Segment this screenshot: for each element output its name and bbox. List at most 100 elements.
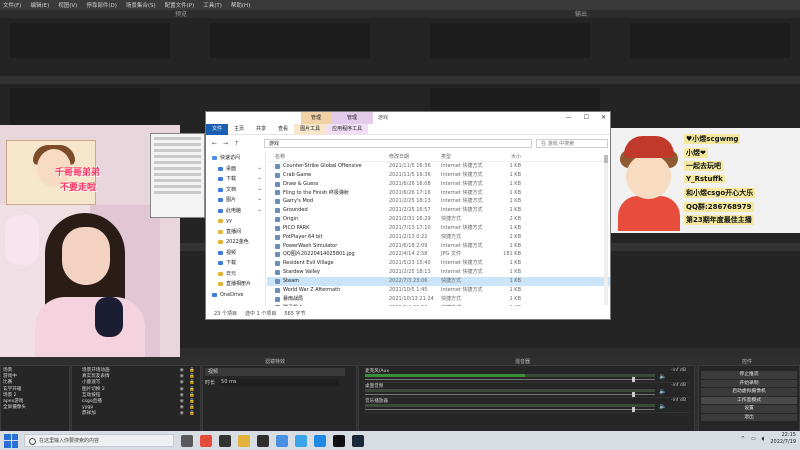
nav-item[interactable]: 快速访问 [206, 153, 265, 164]
taskbar-search-input[interactable]: 在这里输入你要搜索的内容 [24, 434, 174, 447]
menu-item[interactable]: 场景集合(S) [126, 1, 156, 9]
file-row[interactable]: Counter-Strike Global Offensive 2021/11/5… [267, 162, 610, 171]
nav-item[interactable]: 桌面 ⌖ [206, 164, 265, 175]
search-input[interactable]: 在 游戏 中搜索 [536, 139, 608, 148]
speaker-icon[interactable]: 🔈 [659, 373, 666, 380]
bilibili-icon[interactable] [295, 434, 307, 447]
ribbon-tab[interactable]: 共享 [250, 124, 272, 135]
control-button[interactable]: 开始录制 [701, 379, 797, 387]
file-row[interactable]: World War Z Aftermath 2021/10/5 1:45 Inter… [267, 286, 610, 295]
manage-tab-picture[interactable]: 管理 [301, 112, 331, 124]
menu-item[interactable]: 配置文件(P) [165, 1, 195, 9]
column-type[interactable]: 类型 [441, 153, 491, 161]
menu-item[interactable]: 工具(T) [203, 1, 222, 9]
ribbon-tab[interactable]: 图片工具 [294, 123, 327, 135]
source-item[interactable]: 鼎祥加 ◉ 🔒 [72, 411, 200, 417]
file-row[interactable]: Draw & Guess 2021/6/26 16:08 Internet 快捷方式… [267, 180, 610, 189]
volume-slider-knob[interactable] [631, 407, 635, 412]
file-row[interactable]: Stardew Valley 2021/2/25 18:13 Internet 快捷… [267, 268, 610, 277]
app-icon[interactable] [276, 434, 288, 447]
control-button[interactable]: 设置 [701, 405, 797, 413]
volume-slider-knob[interactable] [631, 392, 635, 397]
file-explorer-window[interactable]: 管理 管理 游戏 — ☐ ✕ 文件 主页 共享 查看 图片工具 应用程序工具 ← → ↑ … [205, 111, 611, 320]
file-row[interactable]: Crab Game 2021/11/5 16:36 Internet 快捷方式 1 K… [267, 171, 610, 180]
filter-duration-input[interactable]: 50 ms [219, 379, 340, 386]
nav-item[interactable]: yy [206, 216, 265, 227]
file-row[interactable]: 暴雨战局 2021/10/13 21:24 快捷方式 1 KB [267, 295, 610, 304]
ribbon-tab[interactable]: 查看 [272, 124, 294, 135]
volume-slider-knob[interactable] [631, 377, 635, 382]
explorer-icon[interactable] [238, 434, 250, 447]
steam-icon[interactable] [352, 434, 364, 447]
nav-item[interactable]: 此电脑 ⌖ [206, 206, 265, 217]
file-row[interactable]: Fling to the Finish 终极弹射 2021/6/26 17:16 I… [267, 189, 610, 198]
file-row[interactable]: 腾讯督卡 2021/3/4 20:52快捷方式1 KB [267, 304, 610, 306]
chrome-icon[interactable] [200, 434, 212, 447]
control-button[interactable]: 停止推流 [701, 371, 797, 379]
file-row[interactable]: QQ图片20220414025801.jpg 2022/4/14 2:58 JPG … [267, 250, 610, 259]
menu-item[interactable]: 文件(F) [3, 1, 21, 9]
control-button[interactable]: 启动虚拟摄像机 [701, 388, 797, 396]
obs-icon[interactable] [219, 434, 231, 447]
close-icon[interactable]: ✕ [601, 112, 606, 124]
control-button[interactable]: 工作室模式 [701, 396, 797, 404]
minimize-icon[interactable]: — [566, 112, 572, 124]
column-size[interactable]: 大小 [491, 153, 521, 161]
task-view-icon[interactable] [181, 434, 193, 447]
speaker-icon[interactable]: 🔈 [659, 388, 666, 395]
up-arrow-icon[interactable]: ↑ [234, 140, 239, 147]
menu-item[interactable]: 帮助(H) [231, 1, 250, 9]
nav-item[interactable]: 日元 [206, 269, 265, 280]
ribbon-tab[interactable]: 文件 [206, 123, 229, 135]
menu-item[interactable]: 视图(V) [58, 1, 77, 9]
path-input[interactable]: 游戏 [264, 139, 532, 148]
network-icon[interactable]: ▭ [751, 436, 756, 442]
forward-arrow-icon[interactable]: → [223, 140, 228, 147]
scrollbar[interactable] [604, 155, 608, 305]
file-row[interactable]: Resident Evil Village 2021/5/23 15:40 Inte… [267, 259, 610, 268]
scene-item[interactable]: 全屏摄像头 [1, 405, 69, 411]
file-row[interactable]: Steam 2022/7/3 23:06 快捷方式 1 KB [267, 276, 610, 286]
column-date[interactable]: 修改日期 [389, 153, 441, 161]
qq-icon[interactable] [314, 434, 326, 447]
nav-item[interactable]: 下载 ⌖ [206, 174, 265, 185]
nav-item[interactable]: 直播相册片 [206, 279, 265, 290]
explorer-titlebar[interactable]: 管理 管理 游戏 — ☐ ✕ [206, 112, 610, 124]
file-row[interactable]: Grounded 2021/2/25 16:57 Internet 快捷方式 1 KB [267, 206, 610, 215]
control-button[interactable]: 退出 [701, 413, 797, 421]
menu-item[interactable]: 停靠部件(D) [86, 1, 117, 9]
douyin-icon[interactable] [333, 434, 345, 447]
nav-item[interactable]: 文档 ⌖ [206, 185, 265, 196]
nav-item[interactable]: 2022金色 [206, 237, 265, 248]
file-type: Internet 快捷方式 [441, 242, 483, 249]
file-row[interactable]: Garry's Mod 2021/2/25 18:13 Internet 快捷方式 1… [267, 197, 610, 206]
file-row[interactable]: Origin 2021/2/31 16:29 快捷方式 2 KB [267, 215, 610, 224]
chevron-up-icon[interactable]: ^ [741, 436, 745, 442]
column-name[interactable]: 名称 [267, 153, 389, 161]
nav-item[interactable]: 下载 [206, 258, 265, 269]
volume-slider-track[interactable] [365, 379, 655, 380]
volume-slider-track[interactable] [365, 394, 655, 395]
nav-item[interactable]: 图片 ⌖ [206, 195, 265, 206]
filter-item[interactable]: 视频 [205, 368, 345, 376]
nav-item[interactable]: 视频 [206, 248, 265, 259]
ribbon-tab[interactable]: 应用程序工具 [326, 123, 369, 135]
file-row[interactable]: PotPlayer 64 bit 2021/2/13 0:22 快捷方式 2 KB [267, 233, 610, 242]
terminal-icon[interactable] [257, 434, 269, 447]
ribbon-tab[interactable]: 主页 [228, 124, 250, 135]
file-row[interactable]: PowerWash Simulator 2021/6/18 2:09 Interne… [267, 242, 610, 251]
speaker-icon[interactable]: 🔈 [659, 403, 666, 410]
maximize-icon[interactable]: ☐ [584, 112, 589, 124]
manage-tab-app[interactable]: 管理 [331, 112, 373, 124]
windows-start-icon[interactable] [4, 433, 18, 448]
volume-icon[interactable]: ◖ [762, 436, 765, 442]
clock[interactable]: 22:15 2022/7/19 [770, 432, 796, 445]
stream-overlay-right: ♥小煜scgwmg 小煜❤ 一起去玩吧 Y_Rstuffk 和小煜csgo开心大乐 QQ群… [598, 128, 800, 233]
back-arrow-icon[interactable]: ← [212, 140, 217, 147]
nav-item[interactable]: 直播间 [206, 227, 265, 238]
nav-item[interactable]: OneDrive [206, 290, 265, 301]
menu-item[interactable]: 编辑(E) [30, 1, 49, 9]
file-row[interactable]: PICO PARK 2021/7/13 17:10 Internet 快捷方式 1 K… [267, 224, 610, 233]
volume-slider-track[interactable] [365, 409, 655, 410]
visibility-lock-icons[interactable]: ◉ 🔒 [180, 411, 197, 417]
